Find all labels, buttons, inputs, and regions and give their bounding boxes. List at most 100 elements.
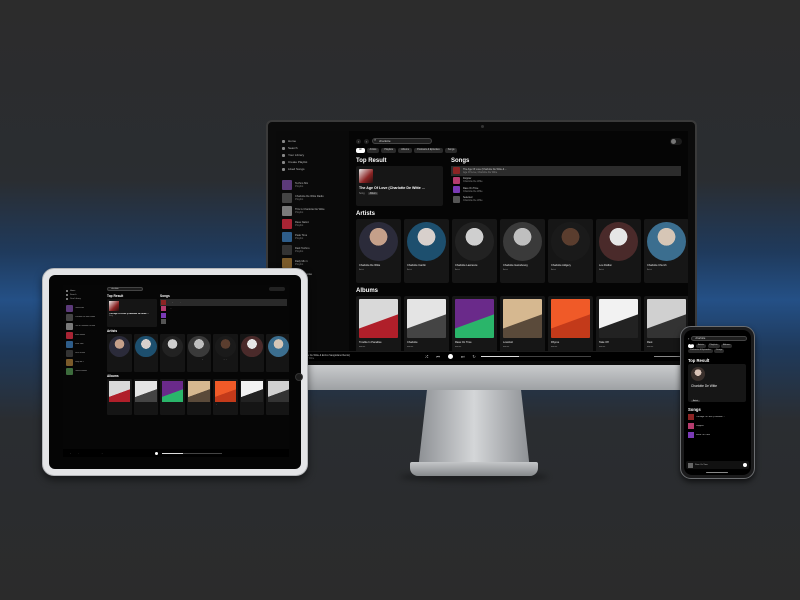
phone-song-row[interactable]: Rave On Time xyxy=(688,431,747,440)
album-name: Rhyme xyxy=(214,404,220,405)
tablet-nav-label: Search xyxy=(70,294,77,296)
sidebar-nav-label: Search xyxy=(288,146,298,150)
phone-top-result-card[interactable]: Charlotte De Witte Artist xyxy=(688,363,746,402)
next-icon[interactable]: ⏭ xyxy=(461,354,465,359)
song-row[interactable]: The Age Of Love (Charlotte De Witte & ..… xyxy=(451,166,681,176)
phone-song-row[interactable]: The Age Of Love (Charlotte ... xyxy=(688,413,747,422)
artist-card[interactable]: Lou Doillon Artist xyxy=(596,219,641,283)
artist-photo xyxy=(108,335,130,357)
tablet-progress-bar[interactable] xyxy=(162,452,222,454)
tablet-artist-card[interactable]: Charlotte Adigery xyxy=(213,334,238,372)
album-card[interactable]: Take Off Album xyxy=(596,296,641,354)
tablet-album-card[interactable]: Charlotte xyxy=(133,379,158,415)
tablet-album-card[interactable]: Trouble In Paradise xyxy=(107,379,132,415)
sidebar-nav-item[interactable]: Home xyxy=(282,139,343,143)
sidebar-playlist-item[interactable]: Rave Nation Playlist xyxy=(282,219,343,229)
shuffle-icon[interactable]: ⤮ xyxy=(425,354,428,359)
sidebar-nav-item[interactable]: Liked Songs xyxy=(282,167,343,171)
sidebar-nav-label: Home xyxy=(288,139,297,143)
tablet-album-card[interactable]: Lovefool xyxy=(186,379,211,415)
monitor-chin xyxy=(266,365,697,390)
tablet-album-card[interactable]: Rave On Time xyxy=(160,379,185,415)
previous-icon[interactable]: ⏮ xyxy=(436,354,440,359)
album-card[interactable]: Rhyme Album xyxy=(548,296,593,354)
tablet-playlist-item[interactable]: Techno Mix xyxy=(66,305,100,312)
tablet-song-row[interactable]: Selected xyxy=(160,319,287,326)
song-row[interactable]: Selected Charlotte De Witte xyxy=(451,195,681,205)
tablet-playlist-item[interactable]: Rave Nation xyxy=(66,332,100,339)
top-result-card[interactable]: The Age Of Love (Charlotte De Witte ... … xyxy=(356,166,443,206)
forward-arrow-icon[interactable]: › xyxy=(364,138,369,144)
song-row[interactable]: Doppler Charlotte De Witte xyxy=(451,176,681,186)
play-button[interactable] xyxy=(447,354,453,359)
search-input[interactable]: charlotte xyxy=(372,138,432,144)
album-card[interactable]: Rave On Time Album xyxy=(452,296,497,354)
sidebar-nav-item[interactable]: Your Library xyxy=(282,153,343,157)
top-result-badge: Album xyxy=(367,192,379,195)
song-row[interactable]: Rave On Time Charlotte De Witte xyxy=(451,185,681,195)
sidebar-playlist-item[interactable]: Daily Mix 1 Playlist xyxy=(282,258,343,268)
artist-card[interactable]: Charlotte Church Artist xyxy=(644,219,688,283)
sidebar-playlist-item[interactable]: This Is Charlotte De Witte Playlist xyxy=(282,206,343,216)
sidebar-nav-label: Liked Songs xyxy=(288,167,305,171)
tablet-playlist-item[interactable]: This Is Charlotte De Witte xyxy=(66,323,100,330)
phone-filter-chip[interactable]: Songs xyxy=(714,349,725,353)
tablet-album-card[interactable]: Rest xyxy=(266,379,289,415)
tablet-artist-card[interactable]: Lou Doillon xyxy=(239,334,264,372)
monitor-foot xyxy=(410,462,538,476)
tablet-top-result-card[interactable]: The Age Of Love (Charlotte De Witte ... … xyxy=(107,299,157,327)
home-button[interactable] xyxy=(295,373,303,381)
tablet-artist-card[interactable]: Charlotte Cardin xyxy=(133,334,158,372)
phone-filter-chip[interactable]: Playlists xyxy=(707,344,720,348)
phone-filter-chip[interactable]: All xyxy=(688,344,695,348)
tablet-artist-card[interactable]: Charlotte Gainsbourg xyxy=(186,334,211,372)
nav-icon xyxy=(66,298,68,300)
back-arrow-icon[interactable]: ‹ xyxy=(688,336,689,341)
tablet-playlist-item[interactable]: Daily Mix 1 xyxy=(66,359,100,366)
album-card[interactable]: Trouble In Paradise Album xyxy=(356,296,401,354)
tablet-artist-card[interactable]: Charlotte De Witte xyxy=(107,334,132,372)
playlist-cover xyxy=(66,350,73,357)
artist-photo xyxy=(455,222,494,261)
artist-card[interactable]: Charlotte De Witte Artist xyxy=(356,219,401,283)
tablet-play-button[interactable] xyxy=(155,451,158,455)
sidebar-playlist-item[interactable]: Dark Techno Playlist xyxy=(282,245,343,255)
tablet-album-card[interactable]: Rhyme xyxy=(213,379,238,415)
sidebar-playlist-item[interactable]: Techno Mix Playlist xyxy=(282,180,343,190)
nav-icon xyxy=(66,294,68,296)
home-indicator xyxy=(706,472,728,473)
artist-card[interactable]: Charlotte Gainsbourg Artist xyxy=(500,219,545,283)
phone-filter-chip[interactable]: Albums xyxy=(721,344,733,348)
user-menu[interactable] xyxy=(670,137,682,145)
tablet-user-menu[interactable] xyxy=(269,287,285,291)
desktop-screen: Home Search Your Library Create Playlist Lik… xyxy=(276,131,688,361)
tablet-playlist-item[interactable]: Dark Techno xyxy=(66,350,100,357)
tablet-playlist-item[interactable]: Peak Time xyxy=(66,341,100,348)
phone-song-row[interactable]: Doppler xyxy=(688,422,747,431)
progress-bar[interactable] xyxy=(480,356,591,357)
artist-card[interactable]: Charlotte Adigery Artist xyxy=(548,219,593,283)
sidebar-nav-item[interactable]: Search xyxy=(282,146,343,150)
tablet-album-card[interactable]: Take Off xyxy=(239,379,264,415)
tablet-artist-card[interactable]: Charlotte Church xyxy=(266,334,289,372)
repeat-icon[interactable]: ↻ xyxy=(472,354,475,359)
back-arrow-icon[interactable]: ‹ xyxy=(356,138,361,144)
phone-filter-chip[interactable]: Artists xyxy=(695,344,707,348)
album-name: Charlotte xyxy=(407,341,418,344)
sidebar-nav-item[interactable]: Create Playlist xyxy=(282,160,343,164)
sidebar-playlist-item[interactable]: Peak Time Playlist xyxy=(282,232,343,242)
phone-search-input[interactable]: charlotte xyxy=(691,336,747,341)
phone-play-button[interactable] xyxy=(743,463,747,467)
artist-card[interactable]: Charlotte Lawrence Artist xyxy=(452,219,497,283)
song-cover xyxy=(688,414,694,421)
album-card[interactable]: Charlotte Album xyxy=(404,296,449,354)
album-card[interactable]: Lovefool Album xyxy=(500,296,545,354)
phone-top-result-badge: Artist xyxy=(691,399,700,402)
sidebar-playlist-item[interactable]: Charlotte De Witte Radio Playlist xyxy=(282,193,343,203)
tablet-playlist-item[interactable]: Charlotte De Witte Radio xyxy=(66,314,100,321)
tablet-playlist-item[interactable]: Techno Bunker xyxy=(66,368,100,375)
phone-filter-chip[interactable]: Podcasts & Episodes xyxy=(688,349,713,353)
tablet-search-input[interactable]: charlotte xyxy=(107,287,143,291)
tablet-artist-card[interactable]: Charlotte Lawrence xyxy=(160,334,185,372)
artist-card[interactable]: Charlotte Cardin Artist xyxy=(404,219,449,283)
